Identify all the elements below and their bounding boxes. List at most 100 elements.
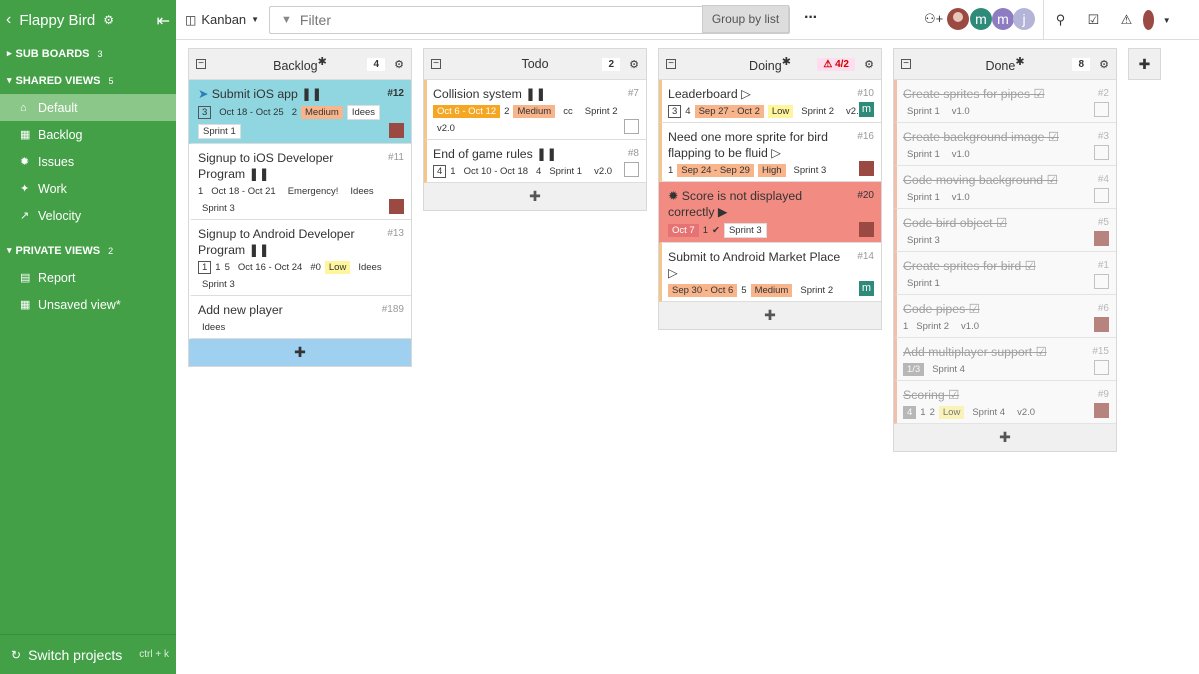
gear-icon[interactable]: ⚙ (1099, 58, 1109, 71)
sidebar-item-report[interactable]: ▤ Report (0, 264, 176, 291)
points: 2 (291, 107, 298, 118)
checklist-badge[interactable]: 1 (198, 261, 212, 274)
view-selector[interactable]: ◫ Kanban ▼ (185, 12, 259, 27)
refresh-icon: ↻ (11, 647, 22, 662)
add-card-button[interactable]: ✚ (659, 302, 881, 329)
card-number: #4 (1097, 174, 1109, 185)
avatar[interactable] (1094, 403, 1109, 418)
gear-icon[interactable]: ⚙ (103, 13, 114, 27)
avatar[interactable] (1094, 231, 1109, 246)
search-icon[interactable]: ⚲ (1044, 0, 1077, 40)
add-user-icon[interactable]: ⚇+ (924, 11, 943, 27)
collapse-sidebar-icon[interactable]: ⇤ (157, 11, 170, 31)
sidebar-item-default[interactable]: ⌂ Default (0, 94, 176, 121)
card[interactable]: ✹ Score is not displayed correctly ▶ #20… (659, 182, 881, 243)
image-icon (624, 119, 639, 134)
card[interactable]: Scoring ☑ #9 4 1 2 Low Sprint 4 v2.0 (894, 381, 1116, 424)
avatar[interactable]: j (1013, 8, 1035, 30)
avatar[interactable] (389, 199, 404, 214)
card[interactable]: ➤ Submit iOS app ❚❚ #12 3 Oct 18 - Oct 2… (189, 80, 411, 144)
card[interactable]: Create sprites for bird ☑ #1 Sprint 1 (894, 252, 1116, 295)
avatar[interactable] (1094, 317, 1109, 332)
avatar[interactable] (859, 222, 874, 237)
card-meta: Sprint 1 v1.0 (903, 191, 1110, 204)
checkbox-icon[interactable]: ☑ (1077, 0, 1110, 40)
card[interactable]: Signup to Android Developer Program ❚❚ #… (189, 220, 411, 296)
add-card-button[interactable]: ✚ (424, 183, 646, 210)
card-title: Scoring (903, 388, 945, 402)
more-icon[interactable]: ··· (804, 9, 818, 27)
checklist-badge[interactable]: 1/3 (903, 363, 925, 376)
card-number: #7 (627, 88, 639, 99)
card-number: #189 (381, 304, 404, 315)
version-tag: v1.0 (961, 321, 980, 332)
date-range: Oct 6 - Oct 12 (433, 105, 501, 118)
avatar[interactable] (947, 8, 969, 30)
bell-icon[interactable]: ⚠ (1110, 0, 1143, 40)
card[interactable]: Code pipes ☑ #6 1 Sprint 2 v1.0 (894, 295, 1116, 338)
card-title: Create background image (903, 130, 1045, 144)
card[interactable]: Code bird object ☑ #5 Sprint 3 (894, 209, 1116, 252)
filter-input[interactable] (299, 12, 700, 28)
card[interactable]: Leaderboard ▷ #10 3 4 Sep 27 - Oct 2 Low… (659, 80, 881, 123)
card[interactable]: Collision system ❚❚ #7 Oct 6 - Oct 12 2 … (424, 80, 646, 140)
sidebar-item-work[interactable]: ✦ Work (0, 175, 176, 202)
card-title: Collision system (433, 87, 522, 101)
card-meta: Sep 30 - Oct 6 5 Medium Sprint 2 (668, 284, 875, 297)
switch-projects-button[interactable]: ↻ Switch projects ctrl + k (0, 634, 176, 674)
checklist-badge[interactable]: 4 (903, 406, 917, 419)
sub-boards-section[interactable]: ▸ SUB BOARDS 3 (0, 40, 176, 67)
pause-icon: ❚❚ (301, 87, 322, 101)
add-card-button[interactable]: ✚ (189, 339, 411, 366)
card-title: Create sprites for pipes (903, 87, 1031, 101)
avatar[interactable]: m (992, 8, 1014, 30)
avatar[interactable] (859, 161, 874, 176)
card-title: Need one more sprite for bird flapping t… (668, 130, 828, 160)
card-number: #10 (857, 88, 874, 99)
project-name[interactable]: Flappy Bird (19, 12, 95, 29)
sprint-tag: Sprint 1 (907, 278, 940, 289)
avatar[interactable] (389, 123, 404, 138)
bug-icon: ✹ (668, 189, 679, 203)
checklist-badge[interactable]: 3 (668, 105, 682, 118)
group-by-button[interactable]: Group by list (702, 5, 789, 33)
sidebar-item-issues[interactable]: ✹ Issues (0, 148, 176, 175)
gear-icon[interactable]: ⚙ (629, 58, 639, 71)
checklist-badge[interactable]: 3 (198, 106, 212, 119)
card[interactable]: Need one more sprite for bird flapping t… (659, 123, 881, 182)
gear-icon[interactable]: ⚙ (864, 58, 874, 71)
sprint-tag: Sprint 1 (198, 124, 241, 139)
avatar[interactable]: m (859, 102, 874, 117)
sidebar-item-backlog[interactable]: ▦ Backlog (0, 121, 176, 148)
card[interactable]: Add new player #189 Idees (189, 296, 411, 339)
column-header: − Backlog✱ 4 ⚙ (189, 49, 411, 80)
gear-icon[interactable]: ⚙ (394, 58, 404, 71)
user-menu[interactable]: ▼ (1143, 0, 1176, 40)
back-icon[interactable]: ‹ (6, 11, 11, 29)
card[interactable]: End of game rules ❚❚ #8 4 1 Oct 10 - Oct… (424, 140, 646, 183)
card[interactable]: Add multiplayer support ☑ #15 1/3 Sprint 4 (894, 338, 1116, 381)
sprint-tag: Sprint 1 (907, 106, 940, 117)
card[interactable]: Submit to Android Market Place ▷ #14 Sep… (659, 243, 881, 302)
card[interactable]: Code moving background ☑ #4 Sprint 1 v1.0 (894, 166, 1116, 209)
sidebar-item-unsaved-view[interactable]: ▦ Unsaved view* (0, 291, 176, 318)
wip-limit-badge: ⚠ 4/2 (817, 57, 855, 71)
points: 4 (536, 166, 542, 177)
card-title: Submit iOS app (211, 87, 298, 101)
sprint-tag: Sprint 2 (584, 106, 618, 117)
avatar[interactable]: m (970, 8, 992, 30)
card[interactable]: Signup to iOS Developer Program ❚❚ #11 1… (189, 144, 411, 220)
checklist-badge[interactable]: 4 (433, 165, 447, 178)
avatar[interactable]: m (859, 281, 874, 296)
card-meta: Oct 7 1 ✔ Sprint 3 (668, 223, 875, 238)
add-card-button[interactable]: ✚ (894, 424, 1116, 451)
priority-tag: Low (938, 406, 965, 419)
date-range: Sep 27 - Oct 2 (694, 105, 764, 118)
private-views-section[interactable]: ▾ PRIVATE VIEWS 2 (0, 237, 176, 264)
add-column-button[interactable]: ✚ (1128, 48, 1161, 80)
chevron-down-icon: ▾ (7, 245, 12, 255)
shared-views-section[interactable]: ▾ SHARED VIEWS 5 (0, 67, 176, 94)
card[interactable]: Create sprites for pipes ☑ #2 Sprint 1 v1.0 (894, 80, 1116, 123)
card[interactable]: Create background image ☑ #3 Sprint 1 v1.0 (894, 123, 1116, 166)
sidebar-item-velocity[interactable]: ↗ Velocity (0, 202, 176, 229)
